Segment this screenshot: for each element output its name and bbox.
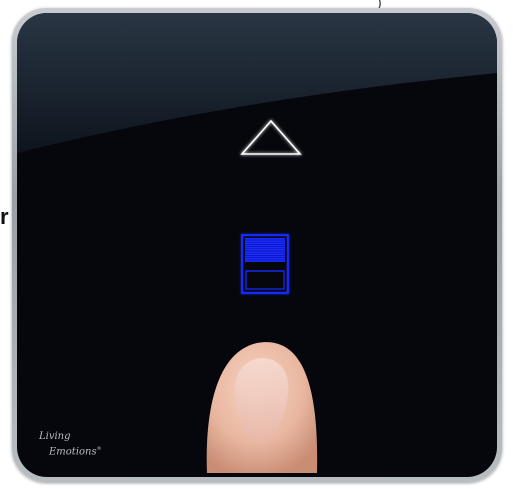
up-triangle-icon[interactable] — [236, 116, 306, 161]
brand-name-line1: Living — [39, 431, 71, 442]
fingertip — [206, 342, 318, 473]
shade-fill-block — [245, 238, 285, 262]
brand-name-line2: Emotions® — [49, 446, 102, 458]
brand-logo: Living Emotions® — [39, 431, 149, 471]
roller-shade-icon[interactable] — [236, 231, 300, 301]
touch-switch-panel: Living Emotions® — [12, 8, 502, 482]
cropped-edge-text: r — [0, 204, 9, 229]
shade-fill-level — [245, 238, 285, 262]
glass-surface: Living Emotions® — [17, 13, 497, 477]
